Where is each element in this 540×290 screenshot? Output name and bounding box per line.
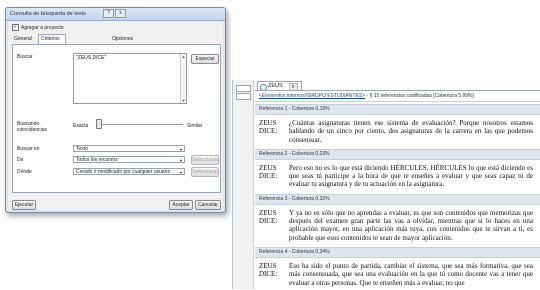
add-to-project-row[interactable]: ✓ Agregar a proyecto [12, 24, 64, 32]
chevron-down-icon: ▼ [179, 158, 183, 163]
reference-body: Y ya no es sólo que no aprendas a evalua… [289, 208, 533, 242]
buscar-en-value: Texto [76, 146, 88, 152]
reference-text: ZEUS DICE: Eso ha sido el punto de parti… [255, 258, 540, 290]
chevron-down-icon: ▼ [179, 147, 183, 152]
document-header: <Elementos internos\\GRUPO ESTUDIANTES> … [255, 91, 540, 102]
search-scrollbar[interactable]: ▲ ▼ [180, 54, 186, 103]
reference-header: Referencia 4 - Cobertura 0,34% [255, 246, 540, 258]
left-gutter [233, 80, 254, 289]
scroll-down-icon[interactable]: ▼ [182, 98, 186, 103]
seleccionar-button-1[interactable]: Seleccionar... [191, 155, 222, 165]
buscar-label: Buscar [17, 54, 33, 60]
buscar-en-select[interactable]: Texto ▼ [73, 145, 185, 152]
search-input[interactable]: "ZEUS DICE" ▲ ▼ [73, 53, 187, 104]
cancelar-button[interactable]: Cancelar [195, 200, 221, 210]
seleccionar-button-2[interactable]: Seleccionar... [191, 167, 222, 177]
speaker-label: ZEUS DICE: [259, 208, 278, 226]
slider-min-label: Exacta [73, 123, 89, 129]
add-to-project-label: Agregar a proyecto [21, 25, 64, 31]
dialog-titlebar[interactable]: Consulta de búsqueda de texto ? x [6, 8, 225, 21]
reference-text: ZEUS DICE: Y ya no es sólo que no aprend… [255, 205, 540, 245]
buscando-label: Buscando coincidencias [17, 121, 48, 133]
document-tab-title: ZEUS [268, 83, 283, 89]
ejecutar-button[interactable]: Ejecutar [12, 200, 36, 210]
reference-text: ZEUS DICE: Pero eso no es lo que está di… [255, 160, 540, 192]
close-icon[interactable]: x [115, 9, 126, 18]
source-link[interactable]: <Elementos internos\\GRUPO ESTUDIANTES> [259, 93, 365, 99]
tab-opciones[interactable]: Opciones de consulta [110, 35, 135, 58]
aceptar-button[interactable]: Aceptar [169, 200, 193, 210]
reference-body: Pero eso no es lo que está diciendo HÉRC… [289, 163, 533, 189]
reference-header: Referencia 3 - Cobertura 0,32% [255, 193, 540, 205]
dialog-title: Consulta de búsqueda de texto [10, 11, 87, 17]
scroll-up-icon[interactable]: ▲ [182, 54, 186, 59]
criteria-panel: Buscar "ZEUS DICE" ▲ ▼ Especial Buscando… [12, 44, 222, 193]
donde-label: Dónde [17, 169, 32, 175]
reference-header: Referencia 2 - Cobertura 0,23% [255, 148, 540, 160]
document-content: <Elementos internos\\GRUPO ESTUDIANTES> … [255, 90, 540, 290]
especial-button[interactable]: Especial [191, 54, 219, 64]
match-slider-thumb[interactable] [96, 119, 102, 129]
speaker-label: ZEUS DICE: [259, 261, 278, 279]
search-value: "ZEUS DICE" [76, 55, 107, 61]
donde-select[interactable]: Creado o modificado por cualquier usuari… [73, 168, 185, 175]
de-value: Todos los recursos [76, 157, 118, 163]
slider-max-label: Similar [187, 123, 203, 129]
reference-text: ZEUS DICE: ¿Cuántas asignaturas tienen e… [255, 115, 540, 147]
match-slider-track[interactable] [99, 124, 183, 125]
help-icon[interactable]: ? [103, 9, 114, 18]
gutter-icon[interactable] [236, 85, 251, 92]
chevron-down-icon: ▼ [179, 170, 183, 175]
dialog-body: ✓Agregar a proyecto General Criterios de… [8, 21, 223, 210]
reference-header: Referencia 1 - Cobertura 0,19% [255, 104, 540, 115]
coverage-summary: - § 15 referencias codificadas [Cobertur… [365, 93, 474, 99]
document-window: ZEUS x <Elementos internos\\GRUPO ESTUDI… [232, 80, 540, 289]
reference-body: Eso ha sido el punto de partida, cambiar… [289, 261, 533, 287]
de-label: De [17, 157, 24, 163]
donde-value: Creado o modificado por cualquier usuari… [76, 169, 171, 175]
de-select[interactable]: Todos los recursos ▼ [73, 156, 185, 163]
speaker-label: ZEUS DICE: [259, 119, 278, 136]
text-search-dialog: Consulta de búsqueda de texto ? x ✓ Agreg… [5, 7, 226, 213]
tab-general[interactable]: General [12, 35, 34, 43]
reference-body: ¿Cuántas asignaturas tienen ese sistema … [289, 119, 533, 144]
add-to-project-checkbox[interactable]: ✓ [12, 24, 19, 32]
gutter-icon[interactable] [236, 93, 251, 100]
speaker-label: ZEUS DICE: [259, 163, 278, 181]
buscar-en-label: Buscar en [17, 146, 40, 152]
